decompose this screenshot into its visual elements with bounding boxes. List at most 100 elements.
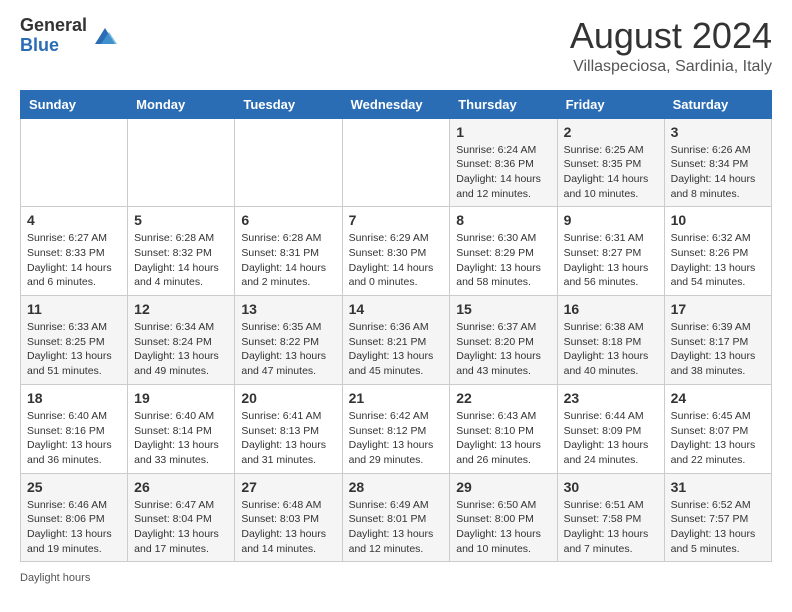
day-number: 14: [349, 301, 444, 317]
calendar-cell: 27 Sunrise: 6:48 AM Sunset: 8:03 PM Dayli…: [235, 473, 342, 562]
calendar-cell: 25 Sunrise: 6:46 AM Sunset: 8:06 PM Dayli…: [21, 473, 128, 562]
day-number: 25: [27, 479, 121, 495]
calendar-cell: 1 Sunrise: 6:24 AM Sunset: 8:36 PM Daylig…: [450, 118, 557, 207]
day-number: 6: [241, 212, 335, 228]
calendar-cell: 9Sunrise: 6:31 AM Sunset: 8:27 PM Daylig…: [557, 207, 664, 296]
calendar-week-row: 4 Sunrise: 6:27 AM Sunset: 8:33 PM Daylig…: [21, 207, 772, 296]
day-number: 7: [349, 212, 444, 228]
day-of-week-header: Monday: [128, 90, 235, 118]
day-info: Sunrise: 6:34 AM Sunset: 8:24 PM Dayligh…: [134, 320, 228, 379]
day-info: Sunrise: 6:39 AM Sunset: 8:17 PM Dayligh…: [671, 320, 765, 379]
calendar-cell: 16 Sunrise: 6:38 AM Sunset: 8:18 PM Dayli…: [557, 296, 664, 385]
calendar-week-row: 18Sunrise: 6:40 AM Sunset: 8:16 PM Dayli…: [21, 384, 772, 473]
header: General Blue August 2024 Villaspeciosa, …: [20, 16, 772, 76]
day-info: Sunrise: 6:38 AM Sunset: 8:18 PM Dayligh…: [564, 320, 658, 379]
calendar-cell: 14Sunrise: 6:36 AM Sunset: 8:21 PM Dayli…: [342, 296, 450, 385]
calendar-table: SundayMondayTuesdayWednesdayThursdayFrid…: [20, 90, 772, 563]
calendar-cell: 24 Sunrise: 6:45 AM Sunset: 8:07 PM Dayli…: [664, 384, 771, 473]
logo-blue: Blue: [20, 36, 87, 56]
day-info: Sunrise: 6:49 AM Sunset: 8:01 PM Dayligh…: [349, 498, 444, 557]
calendar-cell: 21 Sunrise: 6:42 AM Sunset: 8:12 PM Dayli…: [342, 384, 450, 473]
day-number: 24: [671, 390, 765, 406]
day-number: 31: [671, 479, 765, 495]
day-number: 29: [456, 479, 550, 495]
day-number: 5: [134, 212, 228, 228]
calendar-cell: 19 Sunrise: 6:40 AM Sunset: 8:14 PM Dayli…: [128, 384, 235, 473]
page: General Blue August 2024 Villaspeciosa, …: [0, 0, 792, 604]
day-number: 16: [564, 301, 658, 317]
day-info: Sunrise: 6:44 AM Sunset: 8:09 PM Dayligh…: [564, 409, 658, 468]
calendar-cell: 31 Sunrise: 6:52 AM Sunset: 7:57 PM Dayli…: [664, 473, 771, 562]
day-number: 4: [27, 212, 121, 228]
day-number: 2: [564, 124, 658, 140]
day-of-week-header: Thursday: [450, 90, 557, 118]
day-number: 20: [241, 390, 335, 406]
day-info: Sunrise: 6:29 AM Sunset: 8:30 PM Dayligh…: [349, 231, 444, 290]
calendar-cell: 13 Sunrise: 6:35 AM Sunset: 8:22 PM Dayli…: [235, 296, 342, 385]
day-info: Sunrise: 6:48 AM Sunset: 8:03 PM Dayligh…: [241, 498, 335, 557]
calendar-body: 1 Sunrise: 6:24 AM Sunset: 8:36 PM Daylig…: [21, 118, 772, 562]
calendar-cell: 15Sunrise: 6:37 AM Sunset: 8:20 PM Dayli…: [450, 296, 557, 385]
day-info: Sunrise: 6:40 AM Sunset: 8:16 PM Dayligh…: [27, 409, 121, 468]
day-info: Sunrise: 6:41 AM Sunset: 8:13 PM Dayligh…: [241, 409, 335, 468]
day-number: 8: [456, 212, 550, 228]
logo: General Blue: [20, 16, 119, 56]
day-info: Sunrise: 6:35 AM Sunset: 8:22 PM Dayligh…: [241, 320, 335, 379]
day-info: Sunrise: 6:28 AM Sunset: 8:32 PM Dayligh…: [134, 231, 228, 290]
main-title: August 2024: [570, 16, 772, 56]
calendar-cell: 12 Sunrise: 6:34 AM Sunset: 8:24 PM Dayli…: [128, 296, 235, 385]
calendar-cell: 17Sunrise: 6:39 AM Sunset: 8:17 PM Dayli…: [664, 296, 771, 385]
calendar-cell: 23 Sunrise: 6:44 AM Sunset: 8:09 PM Dayli…: [557, 384, 664, 473]
calendar-header: SundayMondayTuesdayWednesdayThursdayFrid…: [21, 90, 772, 118]
day-info: Sunrise: 6:45 AM Sunset: 8:07 PM Dayligh…: [671, 409, 765, 468]
day-info: Sunrise: 6:50 AM Sunset: 8:00 PM Dayligh…: [456, 498, 550, 557]
calendar-cell: 11Sunrise: 6:33 AM Sunset: 8:25 PM Dayli…: [21, 296, 128, 385]
day-number: 22: [456, 390, 550, 406]
day-info: Sunrise: 6:42 AM Sunset: 8:12 PM Dayligh…: [349, 409, 444, 468]
day-of-week-header: Wednesday: [342, 90, 450, 118]
day-number: 11: [27, 301, 121, 317]
calendar-cell: 10Sunrise: 6:32 AM Sunset: 8:26 PM Dayli…: [664, 207, 771, 296]
calendar-cell: 4 Sunrise: 6:27 AM Sunset: 8:33 PM Daylig…: [21, 207, 128, 296]
daylight-label: Daylight hours: [20, 572, 90, 584]
calendar-cell: 20 Sunrise: 6:41 AM Sunset: 8:13 PM Dayli…: [235, 384, 342, 473]
day-info: Sunrise: 6:31 AM Sunset: 8:27 PM Dayligh…: [564, 231, 658, 290]
day-info: Sunrise: 6:52 AM Sunset: 7:57 PM Dayligh…: [671, 498, 765, 557]
title-block: August 2024 Villaspeciosa, Sardinia, Ita…: [570, 16, 772, 76]
footer: Daylight hours: [20, 572, 772, 584]
day-number: 30: [564, 479, 658, 495]
day-number: 10: [671, 212, 765, 228]
calendar-week-row: 25 Sunrise: 6:46 AM Sunset: 8:06 PM Dayli…: [21, 473, 772, 562]
calendar-cell: 3Sunrise: 6:26 AM Sunset: 8:34 PM Daylig…: [664, 118, 771, 207]
day-number: 23: [564, 390, 658, 406]
day-info: Sunrise: 6:28 AM Sunset: 8:31 PM Dayligh…: [241, 231, 335, 290]
day-info: Sunrise: 6:40 AM Sunset: 8:14 PM Dayligh…: [134, 409, 228, 468]
day-of-week-header: Saturday: [664, 90, 771, 118]
day-info: Sunrise: 6:27 AM Sunset: 8:33 PM Dayligh…: [27, 231, 121, 290]
calendar-cell: 30 Sunrise: 6:51 AM Sunset: 7:58 PM Dayli…: [557, 473, 664, 562]
day-info: Sunrise: 6:46 AM Sunset: 8:06 PM Dayligh…: [27, 498, 121, 557]
day-number: 13: [241, 301, 335, 317]
calendar-cell: 5 Sunrise: 6:28 AM Sunset: 8:32 PM Daylig…: [128, 207, 235, 296]
day-info: Sunrise: 6:24 AM Sunset: 8:36 PM Dayligh…: [456, 143, 550, 202]
day-number: 1: [456, 124, 550, 140]
day-info: Sunrise: 6:47 AM Sunset: 8:04 PM Dayligh…: [134, 498, 228, 557]
calendar-cell: 6 Sunrise: 6:28 AM Sunset: 8:31 PM Daylig…: [235, 207, 342, 296]
calendar-cell: 29 Sunrise: 6:50 AM Sunset: 8:00 PM Dayli…: [450, 473, 557, 562]
day-of-week-header: Sunday: [21, 90, 128, 118]
calendar-week-row: 1 Sunrise: 6:24 AM Sunset: 8:36 PM Daylig…: [21, 118, 772, 207]
day-info: Sunrise: 6:37 AM Sunset: 8:20 PM Dayligh…: [456, 320, 550, 379]
day-number: 21: [349, 390, 444, 406]
calendar-cell: 26Sunrise: 6:47 AM Sunset: 8:04 PM Dayli…: [128, 473, 235, 562]
calendar-cell: [21, 118, 128, 207]
logo-text: General Blue: [20, 16, 87, 56]
day-number: 19: [134, 390, 228, 406]
day-of-week-header: Friday: [557, 90, 664, 118]
day-number: 27: [241, 479, 335, 495]
day-info: Sunrise: 6:51 AM Sunset: 7:58 PM Dayligh…: [564, 498, 658, 557]
day-number: 28: [349, 479, 444, 495]
header-row: SundayMondayTuesdayWednesdayThursdayFrid…: [21, 90, 772, 118]
calendar-week-row: 11Sunrise: 6:33 AM Sunset: 8:25 PM Dayli…: [21, 296, 772, 385]
day-of-week-header: Tuesday: [235, 90, 342, 118]
day-number: 12: [134, 301, 228, 317]
